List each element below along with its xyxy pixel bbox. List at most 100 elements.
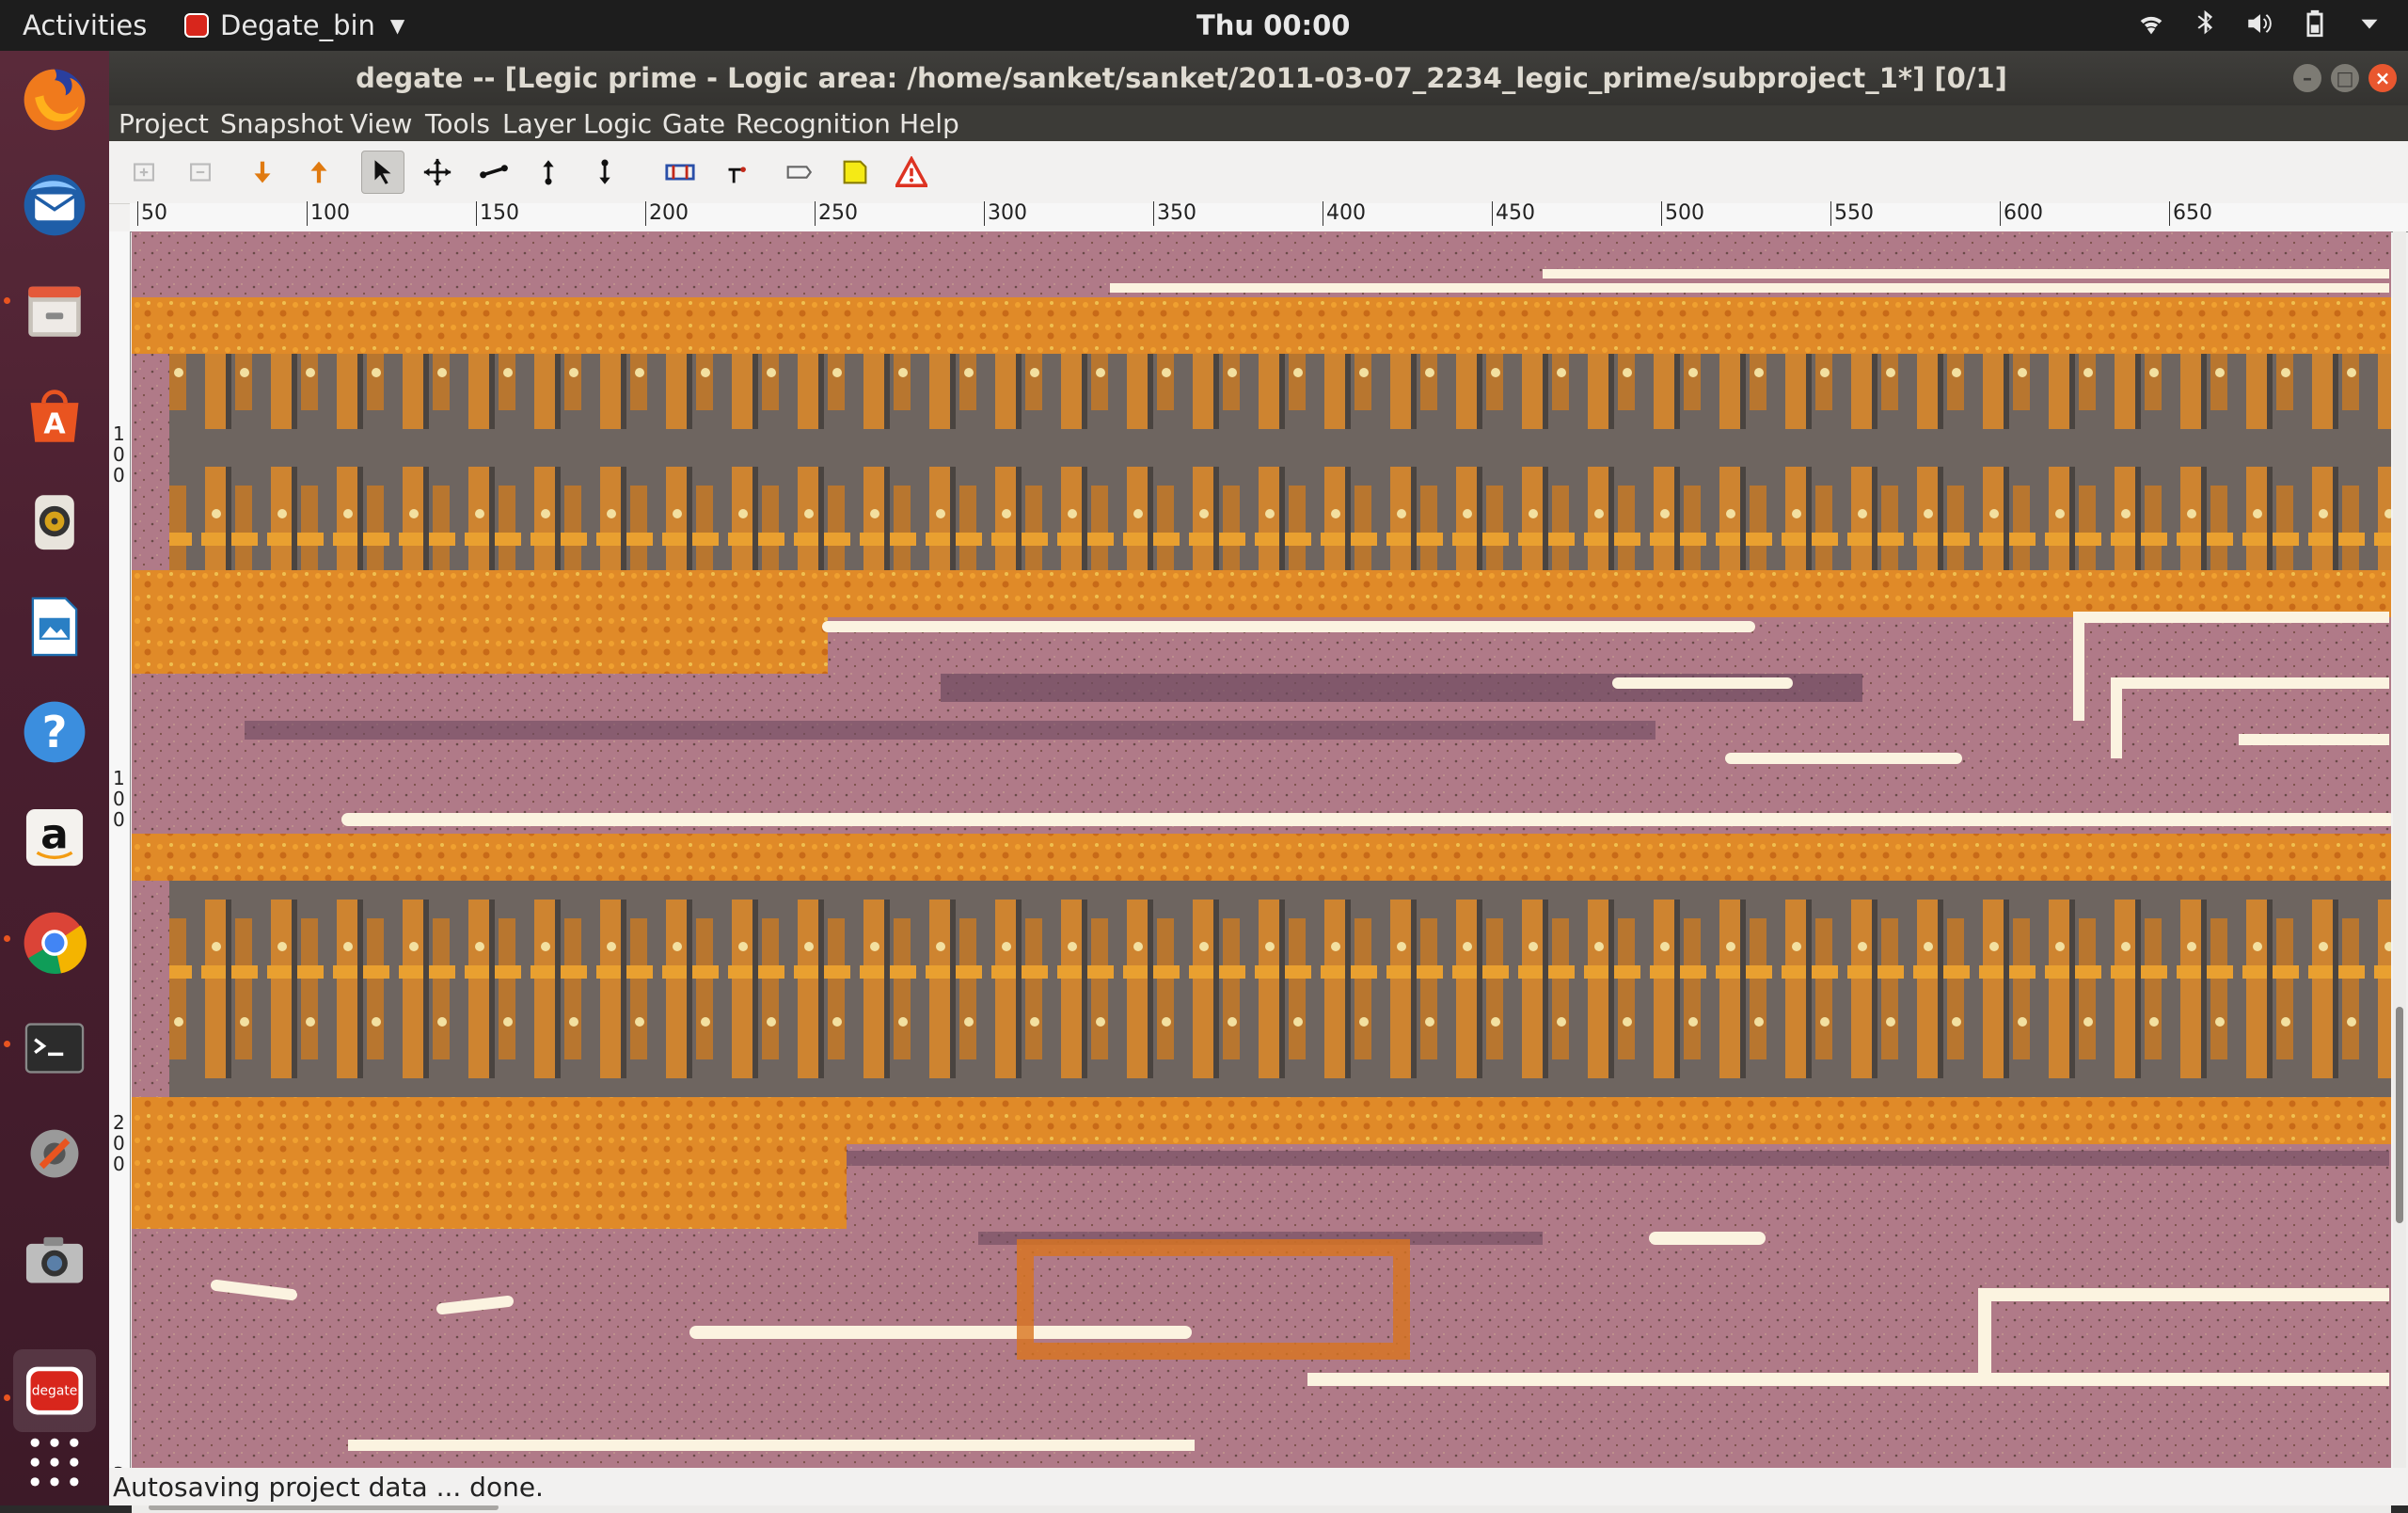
- scrollbar-thumb[interactable]: [2396, 1007, 2403, 1223]
- ruler-label: 2 0 0: [113, 1111, 125, 1175]
- emarker-icon: [728, 167, 746, 183]
- ruler-label: 400: [1323, 201, 1366, 226]
- svg-text:degate: degate: [32, 1384, 78, 1399]
- move-tool-button[interactable]: [416, 151, 459, 194]
- ruler-label: 50: [137, 201, 167, 226]
- minimize-button[interactable]: –: [2293, 64, 2321, 92]
- top-bar: Activities Degate_bin ▼ Thu 00:00: [0, 0, 2408, 51]
- volume-icon[interactable]: [2244, 8, 2276, 40]
- dock-rhythmbox[interactable]: [13, 480, 96, 563]
- svg-text:?: ?: [42, 707, 68, 757]
- warning-button[interactable]: [890, 151, 933, 194]
- ruler-label: 600: [2000, 201, 2043, 226]
- ruler-label: 100: [307, 201, 350, 226]
- thunderbird-icon: [24, 174, 86, 236]
- dock-files[interactable]: [13, 269, 96, 352]
- activities-button[interactable]: Activities: [23, 9, 147, 41]
- dock-degate[interactable]: degate: [13, 1349, 96, 1432]
- degate-icon: degate: [25, 1366, 84, 1415]
- ruler-label: 250: [815, 201, 858, 226]
- terminal-icon: [24, 1023, 85, 1074]
- annotation-button[interactable]: [833, 151, 877, 194]
- dock-terminal[interactable]: [13, 1007, 96, 1090]
- ruler-label: 200: [645, 201, 689, 226]
- gate-template-button[interactable]: [658, 151, 702, 194]
- die-image-canvas[interactable]: [132, 231, 2391, 1502]
- horizontal-ruler: 50 100 150 200 250 300 350 400 450 500 5…: [130, 201, 2408, 232]
- dock-chrome[interactable]: [13, 901, 96, 984]
- toolbar: [109, 141, 2408, 204]
- menu-snapshot[interactable]: Snapshot: [220, 108, 343, 139]
- menu-project[interactable]: Project: [119, 108, 209, 139]
- dock-impress[interactable]: [13, 585, 96, 668]
- via-up-tool-button[interactable]: [527, 151, 570, 194]
- zoom-in-icon: [134, 163, 154, 182]
- status-message: Autosaving project data ... done.: [113, 1472, 544, 1503]
- ruler-label: 350: [1153, 201, 1196, 226]
- via-down-tool-button[interactable]: [583, 151, 626, 194]
- dock-help[interactable]: ?: [13, 691, 96, 773]
- dock-firefox[interactable]: [13, 58, 96, 141]
- system-tray[interactable]: [2135, 8, 2385, 40]
- layer-down-icon: [254, 161, 271, 183]
- layer-up-icon: [310, 161, 327, 183]
- wire-tool-button[interactable]: [472, 151, 515, 194]
- settings-icon: [30, 1129, 79, 1178]
- chrome-icon: [24, 912, 87, 974]
- dock-system-tools[interactable]: [13, 1112, 96, 1195]
- window-titlebar[interactable]: degate -- [Legic prime - Logic area: /ho…: [109, 51, 2408, 105]
- app-menu-label: Degate_bin: [220, 9, 375, 41]
- vertical-ruler: 1 0 0 1 0 0 2 0 0 3: [109, 231, 131, 1502]
- menu-gate[interactable]: Gate: [662, 108, 725, 139]
- ruler-label: 550: [1830, 201, 1874, 226]
- dock-amazon[interactable]: a: [13, 796, 96, 879]
- vertical-scrollbar[interactable]: [2393, 231, 2406, 1502]
- degate-app-icon: [184, 13, 209, 38]
- ruler-label: 500: [1661, 201, 1704, 226]
- degate-window: degate -- [Legic prime - Logic area: /ho…: [109, 51, 2408, 1513]
- menu-recognition[interactable]: Recognition: [736, 108, 891, 139]
- zoom-in-button[interactable]: [122, 151, 166, 194]
- dock-thunderbird[interactable]: [13, 164, 96, 247]
- port-icon: [786, 166, 813, 179]
- close-button[interactable]: ×: [2368, 64, 2397, 92]
- ruler-label: 300: [984, 201, 1027, 226]
- bluetooth-icon[interactable]: [2190, 8, 2222, 40]
- menu-layer[interactable]: Layer: [502, 108, 576, 139]
- select-tool-icon: [374, 160, 391, 184]
- ruler-label: 1 0 0: [113, 767, 125, 831]
- chip-die-image: [132, 231, 2391, 1502]
- battery-icon[interactable]: [2299, 8, 2331, 40]
- clock[interactable]: Thu 00:00: [1196, 9, 1350, 41]
- zoom-out-button[interactable]: [179, 151, 222, 194]
- dock-camera[interactable]: [13, 1218, 96, 1300]
- menu-help[interactable]: Help: [899, 108, 959, 139]
- dock: A ? a degate: [0, 51, 109, 1505]
- zoom-out-icon: [190, 163, 211, 182]
- menu-tools[interactable]: Tools: [425, 108, 490, 139]
- files-icon: [28, 286, 81, 337]
- window-title: degate -- [Legic prime - Logic area: /ho…: [356, 62, 2007, 94]
- wifi-icon[interactable]: [2135, 8, 2167, 40]
- emarker-button[interactable]: [715, 151, 758, 194]
- ruler-label: 1 0 0: [113, 422, 125, 486]
- ruler-label: 450: [1492, 201, 1535, 226]
- app-menu[interactable]: Degate_bin ▼: [184, 9, 404, 41]
- select-tool-button[interactable]: [361, 151, 404, 194]
- menu-bar: Project Snapshot View Tools Layer Logic …: [109, 105, 2408, 141]
- chevron-down-icon[interactable]: [2353, 8, 2385, 40]
- menu-view[interactable]: View: [350, 108, 412, 139]
- maximize-button[interactable]: □: [2331, 64, 2359, 92]
- layer-down-button[interactable]: [241, 151, 284, 194]
- dock-show-applications[interactable]: [13, 1421, 96, 1504]
- dock-software[interactable]: A: [13, 374, 96, 457]
- port-button[interactable]: [777, 151, 820, 194]
- chevron-down-icon: ▼: [389, 14, 405, 37]
- layer-up-button[interactable]: [297, 151, 341, 194]
- svg-text:a: a: [40, 811, 69, 859]
- via-up-tool-icon: [543, 160, 554, 185]
- warning-icon: [895, 156, 927, 187]
- menu-logic[interactable]: Logic: [583, 108, 652, 139]
- status-bar: Autosaving project data ... done.: [109, 1468, 2408, 1505]
- camera-icon: [25, 1236, 84, 1283]
